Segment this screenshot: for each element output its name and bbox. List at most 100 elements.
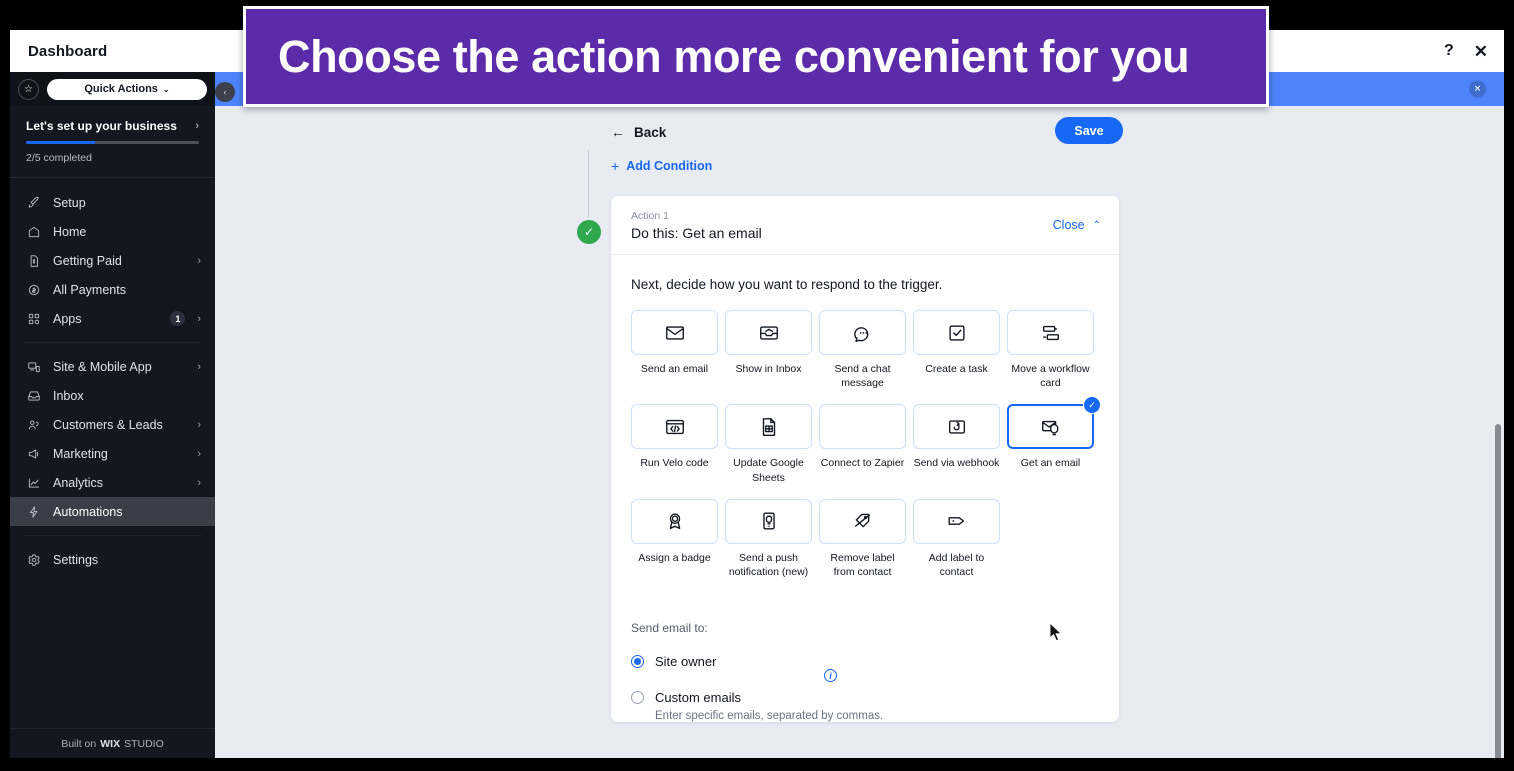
action-prompt: Next, decide how you want to respond to … bbox=[631, 277, 943, 292]
rocket-icon bbox=[26, 195, 41, 210]
footer-brand: WIX bbox=[100, 737, 121, 750]
sidebar-nav: Setup Home Getting Paid › All Payments Apps 1 ›… bbox=[10, 178, 215, 574]
action-tile-add-label-to-contact[interactable]: Add label to contact bbox=[913, 498, 1000, 579]
sidebar: ☆ Quick Actions ⌄ Let's set up your busi… bbox=[10, 72, 215, 758]
action-tile-create-a-task[interactable]: Create a task bbox=[913, 310, 1000, 390]
chart-icon bbox=[26, 475, 41, 490]
action-tile-move-a-workflow-card[interactable]: Move a workflow card bbox=[1007, 310, 1094, 390]
sidebar-item-settings[interactable]: Settings bbox=[10, 545, 215, 574]
sidebar-item-label: Settings bbox=[53, 552, 99, 567]
sidebar-item-apps[interactable]: Apps 1 › bbox=[10, 304, 215, 333]
radio-indicator[interactable] bbox=[631, 655, 644, 669]
action-tile-send-via-webhook[interactable]: Send via webhook bbox=[913, 404, 1000, 484]
megaphone-icon bbox=[26, 446, 41, 461]
action-tile-label: Send a chat message bbox=[834, 363, 891, 390]
sidebar-item-label: Automations bbox=[53, 504, 123, 519]
action-tile-label: Move a workflow card bbox=[1011, 363, 1090, 390]
quick-actions-button[interactable]: Quick Actions ⌄ bbox=[47, 78, 207, 100]
star-icon[interactable]: ☆ bbox=[18, 78, 39, 100]
setup-header[interactable]: Let's set up your business › bbox=[26, 119, 199, 133]
sidebar-item-analytics[interactable]: Analytics › bbox=[10, 468, 215, 497]
sidebar-item-label: Site & Mobile App bbox=[53, 359, 152, 374]
instruction-overlay-banner: Choose the action more convenient for yo… bbox=[243, 6, 1269, 107]
tile-selected-check-icon: ✓ bbox=[1083, 396, 1101, 415]
add-condition-label: Add Condition bbox=[626, 159, 713, 173]
radio-option-label: Site owner bbox=[655, 654, 717, 670]
action-tile-label: Add label to contact bbox=[928, 551, 985, 578]
quick-actions-label: Quick Actions bbox=[84, 83, 158, 95]
arrow-left-icon: ← bbox=[611, 124, 625, 140]
instruction-overlay-text: Choose the action more convenient for yo… bbox=[278, 30, 1190, 82]
action-tile-run-velo-code[interactable]: Run Velo code bbox=[631, 404, 718, 484]
sidebar-item-home[interactable]: Home bbox=[10, 217, 215, 246]
devices-icon bbox=[26, 359, 41, 374]
vertical-scrollbar[interactable] bbox=[1495, 424, 1501, 758]
close-icon[interactable]: ✕ bbox=[1474, 43, 1488, 60]
action-card-close-label: Close bbox=[1052, 218, 1085, 232]
sidebar-item-marketing[interactable]: Marketing › bbox=[10, 439, 215, 468]
action-tile-show-in-inbox[interactable]: Show in Inbox bbox=[725, 310, 812, 390]
sidebar-item-label: Analytics bbox=[53, 475, 104, 490]
action-tile-send-a-push-notification-new[interactable]: Send a push notification (new) bbox=[725, 498, 812, 579]
chat-bubble-icon bbox=[819, 310, 906, 355]
back-button[interactable]: ← Back bbox=[611, 124, 666, 140]
phone-bell-icon bbox=[725, 498, 812, 544]
sidebar-item-badge: 1 bbox=[170, 311, 186, 326]
invoice-icon bbox=[26, 253, 41, 268]
action-tile-connect-to-zapier[interactable]: Connect to Zapier bbox=[819, 404, 906, 484]
action-tile-label: Update Google Sheets bbox=[733, 457, 804, 484]
sidebar-item-getting-paid[interactable]: Getting Paid › bbox=[10, 246, 215, 275]
inbox-tray-icon bbox=[725, 310, 812, 355]
gear-icon bbox=[26, 552, 41, 567]
editor-canvas: ← Back Save ✓ + Add Condition Action 1 D… bbox=[215, 106, 1504, 758]
notification-close-icon[interactable]: ✕ bbox=[1469, 80, 1486, 98]
sidebar-item-site-mobile-app[interactable]: Site & Mobile App › bbox=[10, 352, 215, 381]
save-button[interactable]: Save bbox=[1055, 117, 1123, 144]
chevron-right-icon: › bbox=[197, 254, 201, 267]
add-condition-button[interactable]: + Add Condition bbox=[611, 158, 1504, 174]
setup-progress-block[interactable]: Let's set up your business › 2/5 complet… bbox=[10, 106, 215, 178]
sidebar-item-inbox[interactable]: Inbox bbox=[10, 381, 215, 410]
sidebar-item-label: Customers & Leads bbox=[53, 417, 163, 432]
action-tile-get-an-email[interactable]: ✓ Get an email bbox=[1007, 396, 1101, 484]
plus-icon: + bbox=[611, 158, 620, 174]
action-tile-label: Create a task bbox=[925, 363, 988, 375]
chevron-right-icon: › bbox=[197, 447, 201, 460]
action-tile-label: Assign a badge bbox=[638, 551, 711, 564]
sidebar-divider bbox=[24, 535, 201, 536]
action-tile-remove-label-from-contact[interactable]: Remove label from contact bbox=[819, 498, 906, 579]
radio-option-site-owner[interactable]: Site owner i bbox=[631, 653, 1099, 683]
send-email-to-label: Send email to: bbox=[631, 621, 708, 636]
dollar-circle-icon bbox=[26, 282, 41, 297]
sidebar-item-customers-leads[interactable]: Customers & Leads › bbox=[10, 410, 215, 439]
action-tile-grid: Send an email Show in Inbox Send a chat me… bbox=[631, 310, 1101, 593]
footer-brand-suffix: STUDIO bbox=[124, 737, 164, 750]
tag-icon bbox=[913, 498, 1000, 544]
sidebar-item-all-payments[interactable]: All Payments bbox=[10, 275, 215, 304]
page-title: Dashboard bbox=[28, 42, 108, 60]
sidebar-item-label: Inbox bbox=[53, 388, 84, 403]
info-icon[interactable]: i bbox=[824, 669, 837, 683]
help-icon[interactable]: ? bbox=[1444, 43, 1454, 59]
action-tile-send-a-chat-message[interactable]: Send a chat message bbox=[819, 310, 906, 390]
action-tile-send-an-email[interactable]: Send an email bbox=[631, 310, 718, 390]
radio-indicator[interactable] bbox=[631, 691, 644, 705]
sidebar-footer: Built on WIX STUDIO bbox=[10, 728, 215, 758]
chevron-right-icon: › bbox=[195, 120, 199, 132]
action-tile-assign-a-badge[interactable]: Assign a badge bbox=[631, 498, 718, 579]
recipient-radio-group: Site owner i Custom emails Enter specific e… bbox=[631, 653, 1099, 722]
titlebar-actions: ? ✕ bbox=[1444, 43, 1488, 60]
sidebar-item-label: Apps bbox=[53, 311, 82, 326]
sidebar-collapse-button[interactable]: ‹ bbox=[215, 82, 235, 102]
badge-icon bbox=[631, 498, 718, 544]
sidebar-item-label: All Payments bbox=[53, 282, 126, 297]
radio-option-custom-emails[interactable]: Custom emails Enter specific emails, sepa… bbox=[631, 689, 1099, 722]
chevron-right-icon: › bbox=[197, 360, 201, 373]
radio-option-subtitle: Enter specific emails, separated by comm… bbox=[655, 710, 884, 723]
sidebar-item-setup[interactable]: Setup bbox=[10, 188, 215, 217]
action-card-close-button[interactable]: Close ⌃ bbox=[1053, 218, 1101, 232]
action-tile-update-google-sheets[interactable]: Update Google Sheets bbox=[725, 404, 812, 484]
sidebar-item-automations[interactable]: Automations bbox=[10, 497, 215, 526]
send-email-to-section: Send email to: Site owner i Custom emails E… bbox=[631, 621, 1099, 722]
action-card-header: Action 1 Do this: Get an email Close ⌃ bbox=[611, 196, 1119, 255]
